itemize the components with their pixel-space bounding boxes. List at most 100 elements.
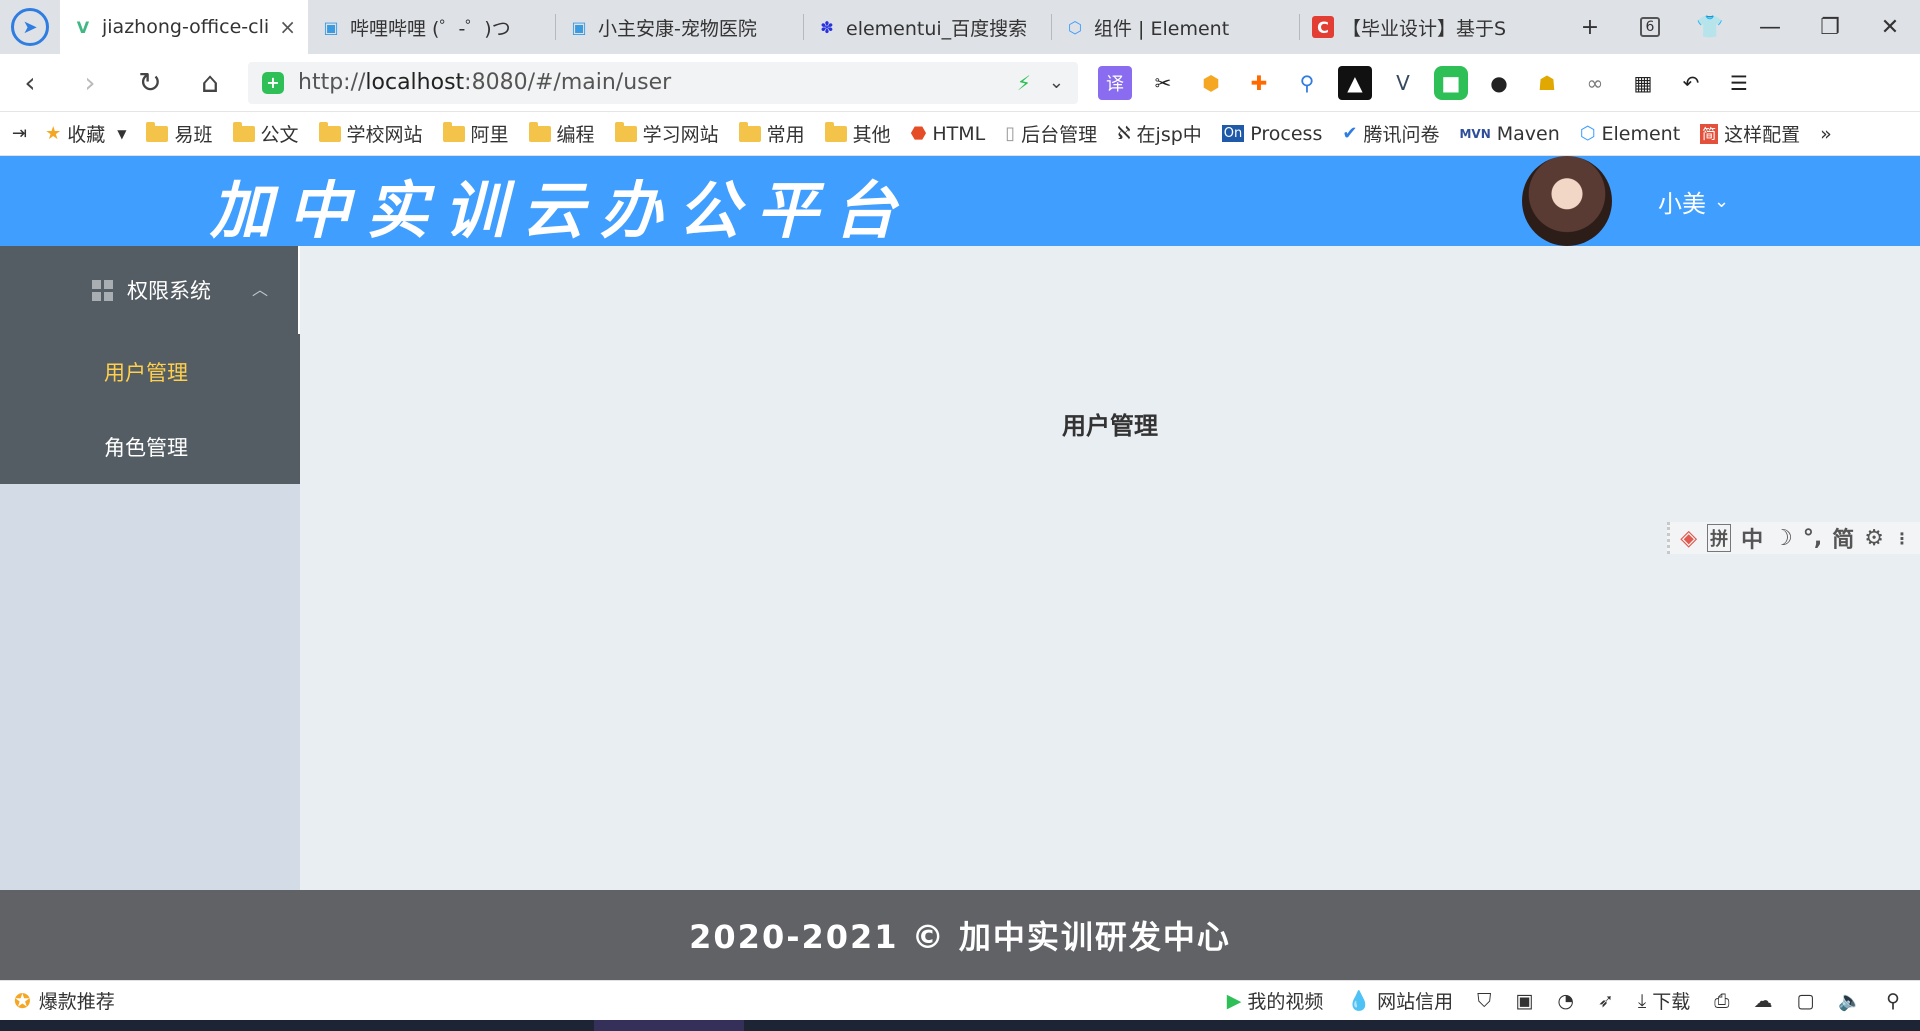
game-icon[interactable]: ✚ [1242, 66, 1276, 100]
new-tab-button[interactable]: + [1560, 0, 1620, 54]
tab-jiazhong-office[interactable]: V jiazhong-office-cli × [60, 0, 308, 54]
menu-icon[interactable]: ☰ [1722, 66, 1756, 100]
tab-baidu-search[interactable]: ✽ elementui_百度搜索 [804, 0, 1052, 54]
download-button[interactable]: ⤓ 下载 [1638, 987, 1690, 1014]
tab-csdn[interactable]: C 【毕业设计】基于S [1300, 0, 1548, 54]
bookmark-label: HTML [932, 122, 986, 145]
punctuation-icon[interactable]: °, [1803, 526, 1822, 551]
bookmark-link[interactable]: ⬣ HTML [911, 123, 986, 145]
moon-icon[interactable]: ☽ [1773, 526, 1793, 551]
vue-devtools-icon[interactable]: V [1386, 66, 1420, 100]
recommend-link[interactable]: ✪ 爆款推荐 [14, 987, 115, 1014]
chevron-down-icon[interactable]: ⌄ [1049, 72, 1064, 93]
ime-chinese-button[interactable]: 中 [1741, 522, 1763, 554]
home-button[interactable]: ⌂ [180, 54, 240, 112]
reload-button[interactable]: ↻ [120, 54, 180, 112]
clean-icon[interactable]: ☁ [1753, 990, 1772, 1012]
lightning-icon[interactable]: ⚡ [1017, 71, 1031, 95]
bookmark-folder[interactable]: 编程 [528, 120, 595, 147]
undo-icon[interactable]: ↶ [1674, 66, 1708, 100]
close-icon[interactable]: × [279, 15, 296, 39]
url-text[interactable]: http://localhost:8080/#/main/user [298, 70, 1017, 95]
forward-button[interactable]: › [60, 54, 120, 112]
sidebar-toggle-icon[interactable]: ⇥ [12, 123, 27, 144]
restore-button[interactable]: ❐ [1800, 0, 1860, 54]
link-icon[interactable]: ∞ [1578, 66, 1612, 100]
bookmark-link[interactable]: MVN Maven [1459, 123, 1559, 145]
bookmark-folder[interactable]: 学校网站 [318, 120, 423, 147]
coin-icon[interactable]: ⬢ [1194, 66, 1228, 100]
sidebar-item-user-management[interactable]: 用户管理 [0, 334, 300, 409]
scissors-icon[interactable]: ✂ [1146, 66, 1180, 100]
app-footer: 2020-2021 © 加中实训研发中心 [0, 890, 1920, 980]
search-icon[interactable]: ⚲ [1290, 66, 1324, 100]
bookmark-label: 其他 [852, 124, 891, 146]
chevron-up-icon: ︿ [251, 280, 268, 299]
bookmark-favorites[interactable]: ★ 收藏 ▼ [45, 120, 126, 147]
tab-element[interactable]: ⬡ 组件 | Element [1052, 0, 1300, 54]
translate-icon[interactable]: 译 [1098, 65, 1132, 100]
bookmark-label: Element [1601, 122, 1681, 145]
bookmark-folder[interactable]: 常用 [738, 120, 805, 147]
bookmarks-more-button[interactable]: » [1820, 123, 1832, 145]
bookmark-link[interactable]: ⬡ Element [1580, 123, 1680, 145]
printer-icon[interactable]: ⎙ [1714, 990, 1729, 1012]
image-icon[interactable]: ▣ [1515, 990, 1533, 1012]
bookmark-folder[interactable]: 学习网站 [614, 120, 719, 147]
tab-pet-hospital[interactable]: ▣ 小主安康-宠物医院 [556, 0, 804, 54]
window-close-button[interactable]: ✕ [1860, 0, 1920, 54]
tab-title: 小主安康-宠物医院 [598, 17, 757, 40]
browser-logo[interactable]: ➤ [0, 0, 60, 54]
shield-icon[interactable]: ⛉ [1477, 990, 1491, 1012]
green-icon[interactable]: ■ [1434, 65, 1468, 100]
bookmark-link[interactable]: 简这样配置 [1700, 120, 1800, 147]
bookmarks-bar: ⇥ ★ 收藏 ▼ 易班 公文 学校网站 阿里 编程 学习网站 常用 其他 ⬣ HT… [0, 112, 1920, 156]
grid-icon[interactable]: ▦ [1626, 66, 1660, 100]
zoom-icon[interactable]: ⚲ [1886, 990, 1900, 1012]
bookmark-folder[interactable]: 易班 [146, 120, 213, 147]
cat-icon[interactable]: ☗ [1530, 66, 1564, 100]
my-video-button[interactable]: ▶ 我的视频 [1227, 987, 1324, 1014]
badge-icon: ✪ [14, 988, 31, 1013]
tab-title: elementui_百度搜索 [846, 17, 1028, 40]
address-bar[interactable]: + http://localhost:8080/#/main/user ⚡ ⌄ [248, 61, 1078, 104]
bookmark-folder[interactable]: 公文 [232, 120, 299, 147]
speed-icon[interactable]: ◔ [1557, 990, 1574, 1012]
bookmark-link[interactable]: ▯ 后台管理 [1005, 120, 1097, 147]
sidebar-item-role-management[interactable]: 角色管理 [0, 409, 300, 484]
bookmark-folder[interactable]: 其他 [824, 120, 891, 147]
user-dropdown[interactable]: 小美 ⌄ [1658, 184, 1729, 219]
ime-pinyin-button[interactable]: 拼 [1707, 524, 1732, 552]
submenu-permission-system[interactable]: 权限系统 ︿ [0, 246, 300, 334]
bookmark-link[interactable]: ✔ 腾讯问卷 [1342, 120, 1439, 147]
minimize-button[interactable]: — [1740, 0, 1800, 54]
avatar[interactable] [1522, 156, 1612, 246]
rocket-icon[interactable]: ➶ [1598, 990, 1614, 1012]
taskbar-active-item[interactable] [594, 1020, 744, 1031]
tab-count-button[interactable]: 6 [1620, 0, 1680, 54]
status-tools: ▶ 我的视频 💧 网站信用 ⛉ ▣ ◔ ➶ ⤓ 下载 ⎙ ☁ ▢ 🔈 ⚲ [1227, 987, 1920, 1014]
address-toolbar: ‹ › ↻ ⌂ + http://localhost:8080/#/main/u… [0, 54, 1920, 112]
more-icon[interactable]: ⋮ [1894, 529, 1910, 548]
site-credit-button[interactable]: 💧 网站信用 [1347, 987, 1453, 1014]
bookmark-label: 这样配置 [1724, 124, 1801, 146]
bookmark-label: 编程 [556, 124, 595, 146]
back-button[interactable]: ‹ [0, 54, 60, 112]
dark-icon[interactable]: ▲ [1338, 65, 1372, 100]
url-path: :8080/#/main/user [464, 70, 672, 95]
folder-icon [318, 121, 341, 142]
ime-logo-icon[interactable]: ◈ [1680, 526, 1697, 551]
volume-icon[interactable]: 🔈 [1838, 989, 1862, 1012]
ime-simplified-button[interactable]: 简 [1832, 522, 1854, 554]
tab-bilibili[interactable]: ▣ 哔哩哔哩 (゜-゜)つ [308, 0, 556, 54]
tab-title: 【毕业设计】基于S [1342, 17, 1507, 40]
bookmark-link[interactable]: On Process [1221, 123, 1322, 145]
bookmark-folder[interactable]: 阿里 [442, 120, 509, 147]
shirt-icon[interactable]: 👕 [1680, 0, 1740, 54]
folder-icon [824, 121, 847, 142]
folder-icon [146, 121, 169, 142]
window-icon[interactable]: ▢ [1796, 990, 1814, 1012]
settings-icon[interactable]: ⚙ [1864, 526, 1884, 551]
panda-icon[interactable]: ● [1482, 66, 1516, 100]
bookmark-link[interactable]: ℵ 在jsp中 [1117, 120, 1202, 147]
